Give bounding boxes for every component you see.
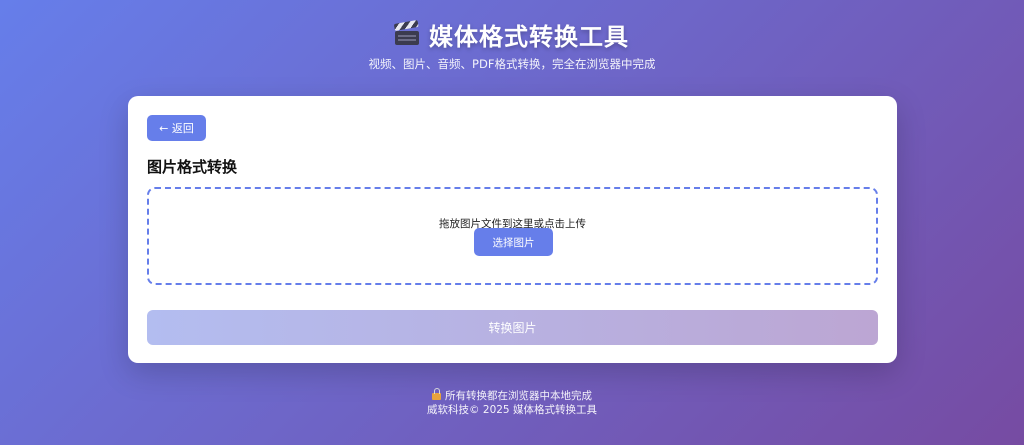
converter-card: ← 返回 图片格式转换 拖放图片文件到这里或点击上传 选择图片 转换图片: [128, 96, 897, 363]
local-note-row: 所有转换都在浏览器中本地完成: [0, 388, 1024, 403]
clapperboard-icon: [393, 19, 419, 45]
app-title: 媒体格式转换工具: [429, 22, 629, 51]
back-button[interactable]: ← 返回: [147, 115, 206, 141]
app-subtitle: 视频、图片、音频、PDF格式转换，完全在浏览器中完成: [368, 57, 656, 71]
select-image-button[interactable]: 选择图片: [474, 228, 553, 256]
convert-image-button[interactable]: 转换图片: [147, 310, 878, 345]
section-title: 图片格式转换: [147, 158, 238, 176]
title-row: 媒体格式转换工具: [0, 16, 1024, 52]
page-footer: 所有转换都在浏览器中本地完成 威软科技© 2025 媒体格式转换工具: [0, 388, 1024, 417]
file-dropzone[interactable]: 拖放图片文件到这里或点击上传 选择图片: [147, 187, 878, 285]
lock-icon: [432, 388, 441, 400]
page-header: 媒体格式转换工具 视频、图片、音频、PDF格式转换，完全在浏览器中完成: [0, 16, 1024, 72]
local-note: 所有转换都在浏览器中本地完成: [445, 390, 592, 402]
copyright: 威软科技© 2025 媒体格式转换工具: [427, 404, 597, 416]
